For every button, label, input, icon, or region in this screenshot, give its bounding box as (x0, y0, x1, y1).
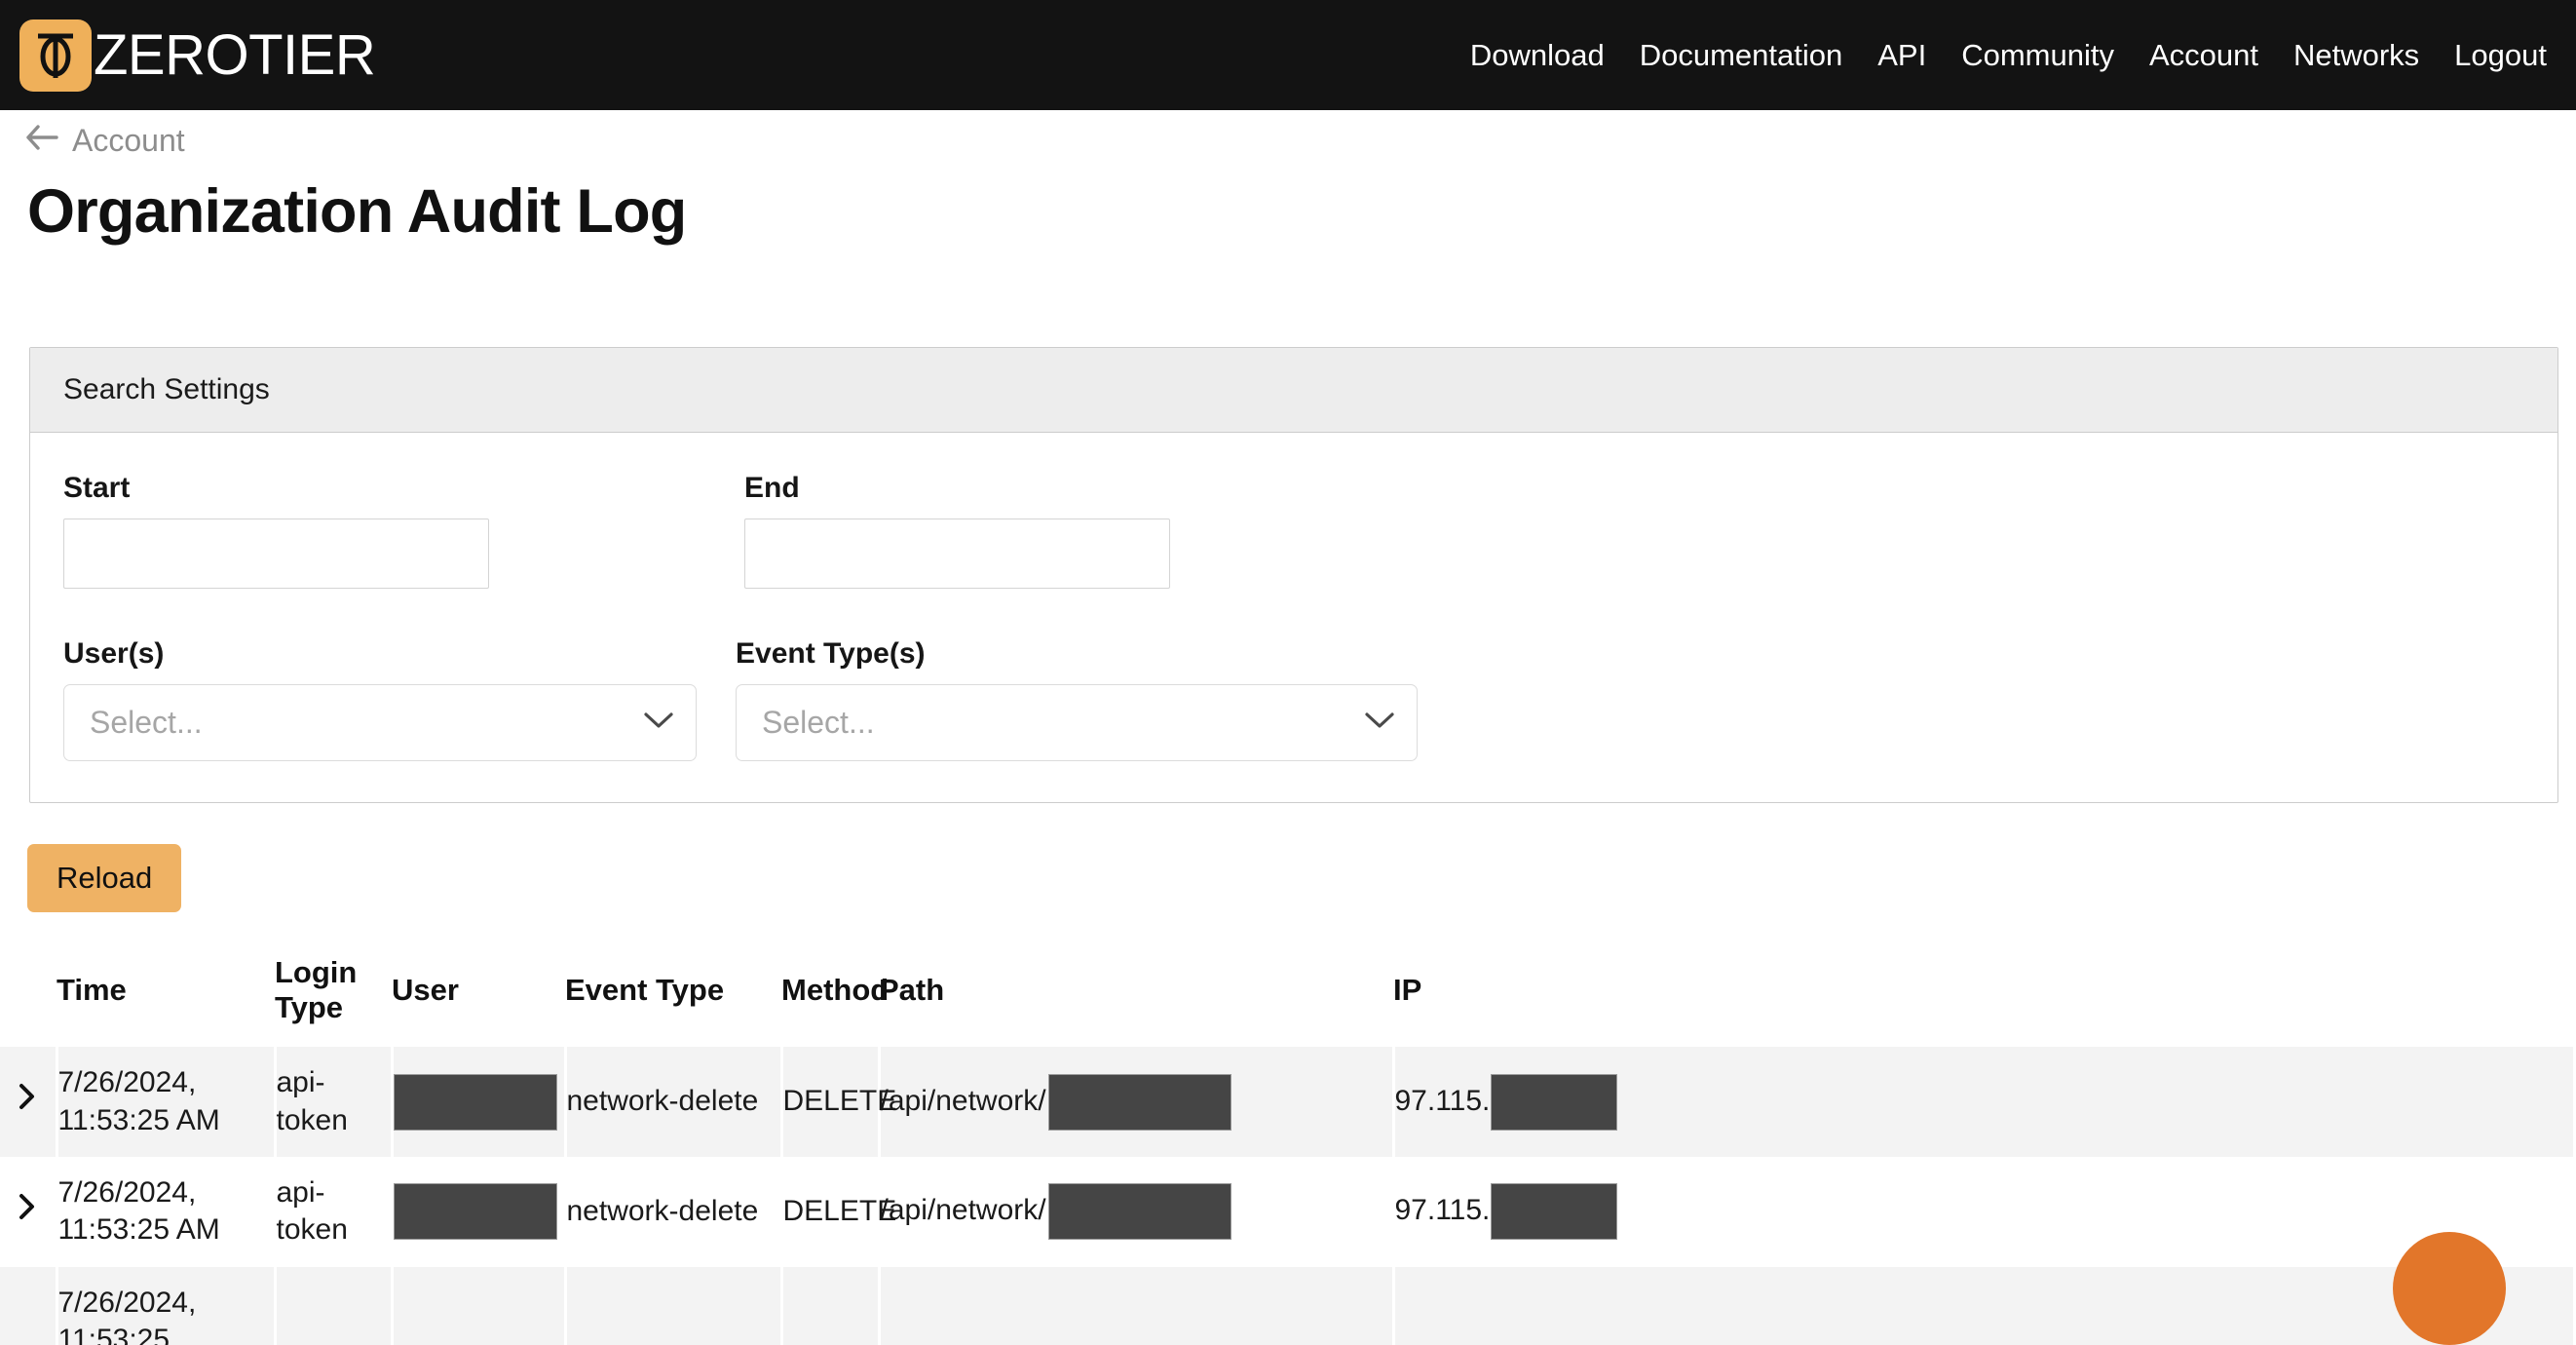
column-header-time[interactable]: Time (57, 947, 275, 1047)
date-range-row: Start End (63, 472, 2557, 589)
chevron-down-icon (1364, 711, 1395, 735)
cell-time: 7/26/2024, 11:53:25 AM (57, 1157, 275, 1267)
start-field: Start (63, 472, 489, 589)
start-label: Start (63, 472, 489, 505)
ip-prefix: 97.115. (1395, 1085, 1491, 1117)
table-row[interactable]: 7/26/2024, 11:53:25 AM api-token network… (0, 1047, 2575, 1157)
nav-link-networks[interactable]: Networks (2293, 38, 2419, 73)
event-types-label: Event Type(s) (736, 637, 1418, 671)
cell-method (781, 1267, 879, 1345)
cell-login-type: api-token (275, 1047, 392, 1157)
column-header-method[interactable]: Method (781, 947, 879, 1047)
search-settings-header: Search Settings (30, 348, 2557, 433)
column-header-ip[interactable]: IP (1393, 947, 2575, 1047)
page-title: Organization Audit Log (0, 157, 2576, 246)
users-select-placeholder: Select... (90, 705, 203, 741)
audit-table-header-row: Time Login Type User Event Type Method P… (0, 947, 2575, 1047)
cell-ip: 97.115. (1393, 1157, 2575, 1267)
end-field: End (744, 472, 1170, 589)
path-prefix: /api/network/ (881, 1194, 1046, 1226)
nav-link-account[interactable]: Account (2149, 38, 2258, 73)
redacted-path-value (1048, 1183, 1231, 1240)
redacted-ip-value (1491, 1183, 1617, 1240)
arrow-left-icon (25, 124, 58, 158)
users-field: User(s) Select... (63, 637, 697, 761)
cell-ip: 97.115. (1393, 1047, 2575, 1157)
redacted-user-value (394, 1183, 557, 1240)
users-label: User(s) (63, 637, 697, 671)
breadcrumb-label: Account (72, 123, 185, 159)
redacted-path-value (1048, 1074, 1231, 1131)
breadcrumb[interactable]: Account (0, 110, 2576, 157)
search-settings-body: Start End User(s) Select... (30, 433, 2557, 802)
brand-logo-link[interactable]: ZEROTIER (19, 19, 375, 92)
nav-link-community[interactable]: Community (1961, 38, 2114, 73)
path-prefix: /api/network/ (881, 1085, 1046, 1117)
ip-prefix: 97.115. (1395, 1194, 1491, 1226)
chevron-right-icon (17, 1082, 38, 1111)
expand-row-button[interactable] (0, 1047, 57, 1157)
end-input[interactable] (744, 519, 1170, 589)
chevron-down-icon (643, 711, 674, 735)
cell-login-type (275, 1267, 392, 1345)
cell-time: 7/26/2024, 11:53:25 (57, 1267, 275, 1345)
chevron-right-icon (17, 1192, 38, 1221)
reload-button[interactable]: Reload (27, 844, 181, 912)
cell-path: /api/network/ (879, 1157, 1393, 1267)
cell-user (392, 1157, 565, 1267)
cell-time: 7/26/2024, 11:53:25 AM (57, 1047, 275, 1157)
cell-path: /api/network/ (879, 1047, 1393, 1157)
nav-links: Download Documentation API Community Acc… (1470, 38, 2553, 73)
support-chat-button[interactable] (2393, 1232, 2506, 1345)
cell-user (392, 1267, 565, 1345)
event-types-select[interactable]: Select... (736, 684, 1418, 761)
brand-name: ZEROTIER (94, 22, 375, 88)
column-header-event-type[interactable]: Event Type (565, 947, 781, 1047)
cell-method: DELETE (781, 1157, 879, 1267)
redacted-user-value (394, 1074, 557, 1131)
cell-path (879, 1267, 1393, 1345)
table-row[interactable]: 7/26/2024, 11:53:25 AM api-token network… (0, 1157, 2575, 1267)
event-types-field: Event Type(s) Select... (736, 637, 1418, 761)
nav-link-download[interactable]: Download (1470, 38, 1605, 73)
column-header-login-type[interactable]: Login Type (275, 947, 392, 1047)
cell-event-type: network-delete (565, 1157, 781, 1267)
column-header-user[interactable]: User (392, 947, 565, 1047)
nav-link-documentation[interactable]: Documentation (1640, 38, 1843, 73)
users-select[interactable]: Select... (63, 684, 697, 761)
audit-table-body: 7/26/2024, 11:53:25 AM api-token network… (0, 1047, 2575, 1345)
end-label: End (744, 472, 1170, 505)
search-settings-card: Search Settings Start End User(s) Select… (29, 347, 2558, 803)
column-header-path[interactable]: Path (879, 947, 1393, 1047)
redacted-ip-value (1491, 1074, 1617, 1131)
nav-link-api[interactable]: API (1877, 38, 1926, 73)
audit-log-table: Time Login Type User Event Type Method P… (0, 947, 2576, 1345)
nav-link-logout[interactable]: Logout (2454, 38, 2547, 73)
zerotier-logo-icon (19, 19, 92, 92)
start-input[interactable] (63, 519, 489, 589)
cell-user (392, 1047, 565, 1157)
cell-login-type: api-token (275, 1157, 392, 1267)
event-types-select-placeholder: Select... (762, 705, 875, 741)
expand-row-button[interactable] (0, 1157, 57, 1267)
column-header-expand (0, 947, 57, 1047)
cell-event-type: network-delete (565, 1047, 781, 1157)
top-navbar: ZEROTIER Download Documentation API Comm… (0, 0, 2576, 110)
table-row[interactable]: 7/26/2024, 11:53:25 (0, 1267, 2575, 1345)
cell-method: DELETE (781, 1047, 879, 1157)
filters-row: User(s) Select... Event Type(s) Select..… (63, 637, 2557, 761)
cell-event-type (565, 1267, 781, 1345)
audit-table-head: Time Login Type User Event Type Method P… (0, 947, 2575, 1047)
expand-row-button[interactable] (0, 1267, 57, 1345)
